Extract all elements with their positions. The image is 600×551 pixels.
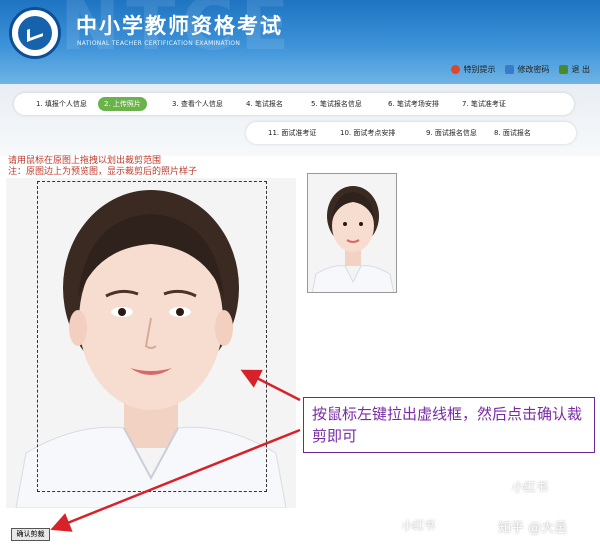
logo-inner: [18, 16, 52, 50]
zhihu-watermark: 知乎 @大邑: [498, 521, 568, 536]
site-title: 中小学教师资格考试: [76, 13, 283, 38]
step-5[interactable]: 5. 笔试报名信息: [305, 97, 368, 111]
change-password-label: 修改密码: [517, 65, 550, 74]
step-3[interactable]: 3. 查看个人信息: [166, 97, 229, 111]
step-9[interactable]: 9. 面试报名信息: [420, 126, 483, 140]
annotation-callout: 按鼠标左键拉出虚线框，然后点击确认裁剪即可: [303, 397, 595, 453]
site-header: NTCE 中小学教师资格考试 NATIONAL TEACHER CERTIFIC…: [0, 0, 600, 84]
preview-portrait: [308, 174, 396, 292]
cropped-preview: [307, 173, 397, 293]
special-notice-link[interactable]: 特别提示: [451, 64, 495, 75]
xhs-watermark: 小红书: [512, 480, 549, 494]
warning-icon: [451, 65, 461, 74]
confirm-crop-button[interactable]: 确认剪裁: [11, 528, 50, 541]
step-4[interactable]: 4. 笔试报名: [240, 97, 289, 111]
key-icon: [505, 65, 515, 74]
exit-icon: [559, 65, 569, 74]
step-1[interactable]: 1. 填报个人信息: [30, 97, 93, 111]
crop-selection-frame[interactable]: [37, 181, 267, 492]
step-8[interactable]: 8. 面试报名: [488, 126, 537, 140]
ntce-logo: [9, 7, 61, 59]
book-icon: [27, 24, 43, 42]
xhs-watermark-mid: 小红书: [402, 519, 435, 532]
step-6[interactable]: 6. 笔试考场安排: [382, 97, 445, 111]
special-notice-label: 特别提示: [463, 65, 496, 74]
step-11[interactable]: 11. 面试准考证: [262, 126, 322, 140]
site-subtitle: NATIONAL TEACHER CERTIFICATION EXAMINATI…: [77, 40, 241, 47]
instruction-line-2: 注：原图边上为预览图，显示裁剪后的照片样子: [8, 167, 198, 177]
step-10[interactable]: 10. 面试考点安排: [334, 126, 401, 140]
top-links: 特别提示 修改密码 退 出: [451, 64, 590, 75]
change-password-link[interactable]: 修改密码: [505, 64, 549, 75]
logout-link[interactable]: 退 出: [559, 64, 590, 75]
step-7[interactable]: 7. 笔试准考证: [456, 97, 512, 111]
step-2-active[interactable]: 2. 上传照片: [98, 97, 147, 111]
logout-label: 退 出: [571, 65, 590, 74]
